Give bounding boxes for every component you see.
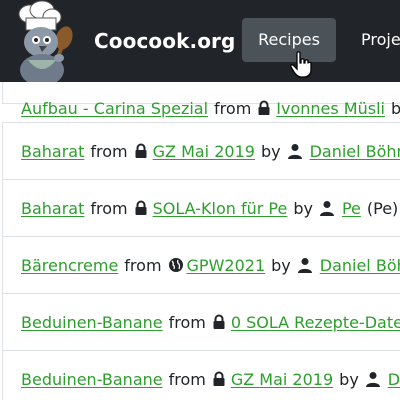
user-icon (297, 257, 313, 273)
recipe-list: Aufbau - Carina Spezial from Ivonnes Müs… (0, 82, 400, 400)
by-label: by (339, 369, 359, 389)
author-link[interactable]: Daniel Böh (320, 256, 400, 275)
list-item: Baharat from SOLA-Klon für Pe by Pe (Pe) (2, 179, 400, 237)
by-label: by (260, 141, 281, 161)
recipe-link[interactable]: Aufbau - Carina Spezial (21, 99, 208, 118)
list-item: Beduinen-Banane from 0 SOLA Rezepte-Date… (2, 293, 400, 351)
list-item: Beduinen-Banane from GZ Mai 2019 by Da (2, 350, 400, 400)
project-link[interactable]: GPW2021 (187, 256, 266, 275)
user-icon (287, 143, 303, 159)
from-label: from (90, 141, 128, 161)
by-label: by (293, 198, 313, 218)
project-link[interactable]: GZ Mai 2019 (231, 370, 333, 389)
brand-title[interactable]: Coocook.org (94, 29, 235, 53)
from-label: from (90, 198, 128, 218)
project-link[interactable]: 0 SOLA Rezepte-Daten (231, 313, 400, 332)
lock-icon (257, 100, 271, 116)
lock-icon (212, 314, 226, 330)
recipe-link[interactable]: Bärencreme (21, 256, 118, 275)
author-link[interactable]: Da (388, 370, 400, 389)
lock-icon (134, 143, 148, 159)
from-label: from (214, 98, 252, 118)
project-link[interactable]: Ivonnes Müsli (276, 99, 385, 118)
user-icon (319, 200, 335, 216)
from-label: from (168, 312, 206, 332)
recipe-link[interactable]: Beduinen-Banane (21, 370, 163, 389)
nav-projects[interactable]: Proje (361, 18, 400, 62)
from-label: from (168, 369, 206, 389)
navbar: Coocook.org Recipes Proje (0, 0, 400, 82)
author-link[interactable]: Pe (342, 199, 361, 218)
list-item: Aufbau - Carina Spezial from Ivonnes Müs… (2, 82, 400, 118)
from-label: from (124, 255, 162, 275)
project-link[interactable]: SOLA-Klon für Pe (153, 199, 288, 218)
recipe-link[interactable]: Beduinen-Banane (21, 313, 163, 332)
by-label: by (271, 255, 291, 275)
recipe-link[interactable]: Baharat (21, 199, 84, 218)
lock-icon (134, 200, 148, 216)
recipe-link[interactable]: Baharat (21, 142, 84, 161)
author-link[interactable]: Daniel Böhm (310, 142, 400, 161)
list-item: Baharat from GZ Mai 2019 by Daniel Böhm (2, 122, 400, 180)
user-icon (365, 371, 381, 387)
project-link[interactable]: GZ Mai 2019 (153, 142, 255, 161)
author-display-name: (Pe) (366, 198, 399, 218)
globe-icon (168, 257, 183, 273)
hand-pointer-cursor-icon (289, 51, 313, 79)
list-item: Bärencreme from GPW2021 by Daniel Böh (2, 236, 400, 294)
by-label: by (390, 98, 400, 118)
lock-icon (212, 371, 226, 387)
chef-pigeon-logo[interactable] (4, 0, 88, 82)
